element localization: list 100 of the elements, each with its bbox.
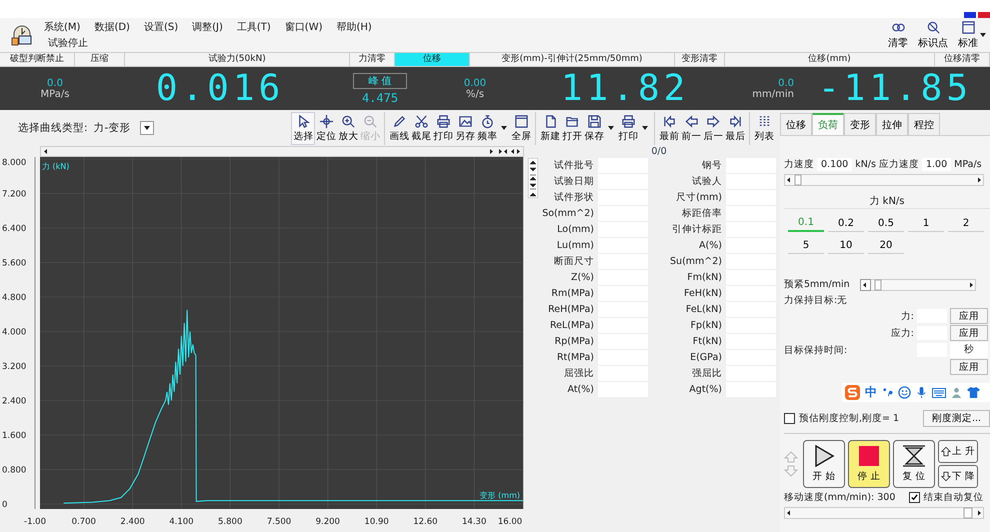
result-label: FeL(kN) [684, 303, 722, 317]
speed-preset-button[interactable]: 5 [788, 238, 824, 254]
menu-item[interactable]: 设置(S) [144, 20, 178, 34]
tab[interactable]: 拉伸 [876, 113, 908, 135]
seconds-unit: 秒 [950, 342, 988, 358]
toolbar-button[interactable]: 新建 [539, 112, 562, 144]
checkbox[interactable] [909, 492, 920, 503]
toolbar-button[interactable]: 定位 [315, 112, 338, 144]
toolbar-button[interactable]: 列表 [753, 112, 776, 144]
punctuation-icon[interactable] [882, 387, 893, 398]
apply-button[interactable]: 应用 [950, 359, 988, 375]
x-tick-label: 2.400 [120, 517, 145, 527]
channel-header[interactable]: 试验力(50kN) [125, 53, 350, 66]
speed-preset-button[interactable]: 10 [828, 238, 864, 254]
x-tick-label: 4.100 [169, 517, 194, 527]
control-button[interactable]: 复 位 [893, 440, 935, 488]
stress-rate-field[interactable]: 1.00 [922, 158, 952, 171]
speed-preset-button[interactable]: 1 [908, 215, 944, 232]
stiffness-test-button[interactable]: 刚度测定... [922, 410, 990, 427]
input-mode-label[interactable]: 中 [865, 384, 877, 401]
printer-icon [620, 114, 636, 128]
toolbar-button[interactable]: 标准 [956, 20, 988, 50]
horizontal-scrollbar[interactable] [40, 146, 524, 157]
result-label: ReL(MPa) [548, 319, 594, 333]
channel-header[interactable]: 破型判断禁止 [0, 53, 75, 66]
jog-button[interactable]: 上 升 [938, 440, 978, 463]
move-speed-label: 移动速度(mm/min): 300 [784, 491, 896, 504]
toolbar-button[interactable]: 最后 [724, 112, 746, 144]
x-tick-label: -1.00 [24, 517, 46, 527]
zoom-in-icon [340, 114, 356, 128]
control-button[interactable]: 停 止 [848, 440, 890, 488]
toolbar-button[interactable]: 选择 [291, 112, 316, 144]
toolbar-button[interactable]: 前一 [680, 112, 702, 144]
result-label: Fp(kN) [689, 319, 722, 333]
microphone-icon[interactable] [916, 386, 927, 399]
crosshair-icon [318, 114, 334, 128]
channel-header[interactable]: 位移(mm) [725, 53, 935, 66]
toolbar-button[interactable]: 放大 [337, 112, 360, 144]
channel-header[interactable]: 压缩 [75, 53, 125, 66]
result-label: 试验人 [691, 175, 722, 189]
toolbar-button[interactable]: 打印 [432, 112, 454, 144]
toolbar-button[interactable]: 频率 [476, 112, 510, 144]
shirt-icon[interactable] [967, 387, 980, 398]
checkbox[interactable] [784, 413, 795, 424]
strain-rate-unit: %/s [466, 88, 484, 100]
result-label: 试件形状 [553, 191, 594, 205]
toolbar-button[interactable]: 截尾 [410, 112, 432, 144]
preload-scrollbar[interactable] [860, 278, 976, 290]
keyboard-icon[interactable] [932, 388, 946, 398]
channel-header[interactable]: 变形清零 [675, 53, 725, 66]
toolbar-button[interactable]: 另存 [454, 112, 476, 144]
toolbar-button[interactable]: 后一 [702, 112, 724, 144]
force-rate-unit: kN/s [855, 159, 876, 170]
close-icon[interactable] [978, 12, 990, 18]
smiley-icon[interactable] [898, 386, 911, 399]
speed-preset-button[interactable]: 20 [868, 238, 904, 254]
force-readout: 0.016 [156, 68, 284, 108]
result-label: Rt(MPa) [556, 351, 594, 365]
menu-item[interactable]: 系统(M) [44, 20, 80, 34]
menu-item[interactable]: 调整(J) [192, 20, 223, 34]
toolbar-button[interactable]: 画线 [388, 112, 410, 144]
menu-item[interactable]: 窗口(W) [284, 20, 322, 34]
menu-item[interactable]: 帮助(H) [336, 20, 372, 34]
toolbar-button[interactable]: 打印 [617, 112, 652, 144]
result-label: 试件批号 [553, 159, 594, 173]
toolbar-button[interactable]: 打开 [561, 112, 584, 144]
toolbar-button[interactable]: 最前 [658, 112, 680, 144]
control-button[interactable]: 开 始 [803, 440, 845, 488]
channel-header[interactable]: 位移清零 [935, 53, 990, 66]
toolbar-button[interactable]: 标识点 [916, 20, 950, 50]
tab[interactable]: 负荷 [812, 113, 844, 135]
tab[interactable]: 程控 [908, 113, 940, 135]
speed-preset-button[interactable]: 0.5 [868, 215, 904, 232]
speed-preset-button[interactable]: 0.2 [828, 215, 864, 232]
pencil-icon [392, 114, 407, 128]
result-label: 试验日期 [553, 175, 594, 189]
toolbar-button[interactable]: 全屏 [510, 112, 532, 144]
menu-item[interactable]: 数据(D) [94, 20, 130, 34]
curve-type-value: 力-变形 [94, 121, 130, 135]
channel-header[interactable]: 变形(mm)-引伸计(25mm/50mm) [470, 53, 675, 66]
toolbar-button[interactable]: 保存 [583, 112, 618, 144]
apply-button[interactable]: 应用 [950, 308, 988, 324]
horizontal-scrollbar[interactable] [784, 507, 984, 519]
apply-button[interactable]: 应用 [950, 325, 988, 341]
jog-button[interactable]: 下 降 [938, 465, 978, 488]
window-control-icon[interactable] [964, 12, 976, 18]
tab[interactable]: 位移 [780, 113, 812, 135]
result-label: ReH(MPa) [547, 303, 594, 317]
speed-preset-button[interactable]: 2 [948, 215, 984, 232]
force-rate-field[interactable]: 0.100 [817, 158, 852, 171]
horizontal-scrollbar[interactable] [784, 174, 984, 186]
y-tick-label: 0 [2, 500, 8, 510]
user-icon[interactable] [951, 387, 962, 398]
menu-item[interactable]: 工具(T) [236, 20, 271, 34]
y-tick-label: 2.400 [2, 396, 26, 406]
dropdown-button[interactable] [140, 121, 154, 135]
channel-header[interactable]: 位移 [395, 53, 470, 66]
tab[interactable]: 变形 [844, 113, 876, 135]
vertical-scrollbar[interactable] [528, 158, 538, 198]
toolbar-button[interactable]: 清零 [886, 20, 910, 50]
